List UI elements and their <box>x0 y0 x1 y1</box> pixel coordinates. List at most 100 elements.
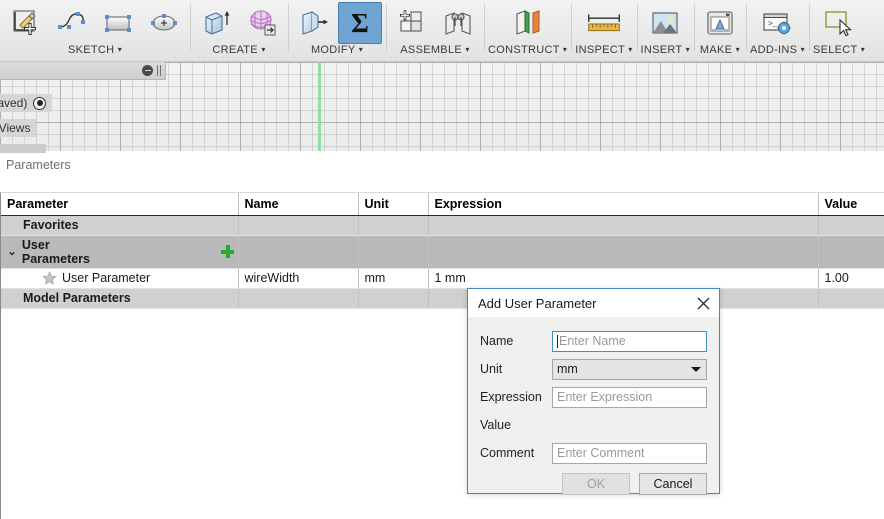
column-header-parameter[interactable]: Parameter <box>1 193 239 216</box>
table-row[interactable]: Model Parameters <box>1 288 884 309</box>
cell-expression <box>428 215 819 236</box>
chevron-down-icon: ▾ <box>358 45 364 54</box>
field-row-unit: Unit mm <box>480 355 707 383</box>
label-expression: Expression <box>480 390 542 404</box>
field-row-expression: Expression Enter Expression <box>480 383 707 411</box>
create-sketch-icon[interactable] <box>4 2 48 44</box>
cell-value <box>818 215 884 236</box>
add-parameter-icon[interactable] <box>220 245 234 258</box>
column-header-name[interactable]: Name <box>238 193 359 216</box>
group-cell-model-parameters[interactable]: Model Parameters <box>1 288 239 309</box>
origin-axis-line <box>318 62 321 151</box>
ribbon-label-text: MODIFY <box>310 44 356 56</box>
ribbon-group-label[interactable]: CREATE ▾ <box>212 44 265 60</box>
field-row-comment: Comment Enter Comment <box>480 439 707 467</box>
expression-input[interactable]: Enter Expression <box>552 386 707 408</box>
extrude-icon[interactable] <box>194 2 238 44</box>
column-header-value[interactable]: Value <box>818 193 884 216</box>
scripts-addins-icon[interactable]: >_ <box>755 2 799 44</box>
insert-image-icon[interactable] <box>643 2 687 44</box>
browser-item-document[interactable]: (Unsaved) <box>0 94 53 112</box>
table-row[interactable]: ⌄ User Parameters <box>1 235 884 269</box>
cell-value <box>818 288 884 309</box>
comment-input[interactable]: Enter Comment <box>552 442 707 464</box>
dialog-title: Add User Parameter <box>478 295 597 311</box>
cancel-button[interactable]: Cancel <box>639 473 707 495</box>
ribbon-group-insert: INSERT ▾ <box>636 0 694 61</box>
cell-parameter[interactable]: User Parameter <box>1 268 239 289</box>
ok-button[interactable]: OK <box>562 473 630 495</box>
column-header-unit[interactable]: Unit <box>358 193 429 216</box>
change-parameters-icon[interactable]: Σ <box>338 2 382 44</box>
joint-icon[interactable] <box>436 2 480 44</box>
cell-name <box>238 288 359 309</box>
ribbon-group-make: MAKE ▾ <box>693 0 746 61</box>
visibility-toggle-icon[interactable] <box>33 96 47 110</box>
svg-text:>_: >_ <box>768 20 778 29</box>
ribbon-group-label[interactable]: INSPECT ▾ <box>575 44 632 60</box>
rectangle-icon[interactable] <box>96 2 140 44</box>
ribbon-group-label[interactable]: CONSTRUCT ▾ <box>488 44 567 60</box>
cell-unit <box>358 288 429 309</box>
browser-toolbar[interactable] <box>0 62 166 80</box>
spline-icon[interactable] <box>50 2 94 44</box>
chevron-down-icon <box>691 366 701 372</box>
field-row-name: Name Enter Name <box>480 327 707 355</box>
select-icon[interactable] <box>817 2 861 44</box>
ribbon-label-text: SKETCH <box>67 44 115 56</box>
ribbon-group-label[interactable]: MAKE ▾ <box>700 44 740 60</box>
label-unit: Unit <box>480 362 503 376</box>
dialog-body: Name Enter Name Unit mm Expression Enter… <box>468 317 719 467</box>
close-icon[interactable] <box>693 293 713 313</box>
ribbon-group-label[interactable]: INSERT ▾ <box>641 44 690 60</box>
table-row[interactable]: Favorites <box>1 215 884 236</box>
cell-unit <box>358 235 429 269</box>
browser-item-stub[interactable] <box>0 144 46 153</box>
measure-icon[interactable] <box>582 2 626 44</box>
name-input[interactable]: Enter Name <box>552 330 707 352</box>
group-cell-user-parameters[interactable]: ⌄ User Parameters <box>1 235 239 269</box>
chevron-down-icon[interactable]: ⌄ <box>7 245 17 258</box>
ellipse-icon[interactable] <box>142 2 186 44</box>
table-row[interactable]: User Parameter wireWidth mm 1 mm 1.00 <box>1 268 884 289</box>
chevron-down-icon: ▾ <box>562 45 568 54</box>
browser-item-named-views[interactable]: med Views <box>0 119 37 137</box>
coil-icon[interactable] <box>240 2 284 44</box>
chevron-down-icon: ▾ <box>800 45 805 54</box>
ribbon-group-label[interactable]: MODIFY ▾ <box>311 44 363 60</box>
new-component-icon[interactable] <box>390 2 434 44</box>
table-header-row: Parameter Name Unit Expression Value <box>1 193 884 216</box>
column-header-expression[interactable]: Expression <box>428 193 819 216</box>
dialog-titlebar[interactable]: Add User Parameter <box>468 289 719 317</box>
unit-select-value: mm <box>557 362 578 376</box>
group-cell-favorites[interactable]: Favorites <box>1 215 239 236</box>
group-label-user-parameters: User Parameters <box>21 237 90 266</box>
cell-unit[interactable]: mm <box>358 268 429 289</box>
favorite-star-icon[interactable] <box>42 271 57 285</box>
ribbon-label-text: ADD-INS <box>749 44 798 56</box>
offset-plane-icon[interactable] <box>506 2 550 44</box>
label-value: Value <box>480 418 512 432</box>
chevron-down-icon: ▾ <box>685 45 690 54</box>
field-row-value: Value <box>480 411 707 439</box>
panel-grip-handle[interactable] <box>157 65 162 76</box>
cell-name[interactable]: wireWidth <box>238 268 359 289</box>
3d-print-icon[interactable] <box>698 2 742 44</box>
press-pull-icon[interactable] <box>292 2 336 44</box>
ribbon-group-label[interactable]: ADD-INS ▾ <box>750 44 805 60</box>
ribbon-group-label[interactable]: ASSEMBLE ▾ <box>400 44 469 60</box>
unit-select[interactable]: mm <box>552 358 707 380</box>
chevron-down-icon: ▾ <box>735 45 740 54</box>
chevron-down-icon: ▾ <box>860 45 866 54</box>
browser-panel: (Unsaved) med Views <box>0 62 166 153</box>
ribbon-group-assemble: ASSEMBLE ▾ <box>386 0 484 61</box>
ribbon-toolbar: SKETCH ▾ CREATE ▾ Σ MODIFY ▾ ASSEMBLE ▾ … <box>0 0 884 62</box>
ribbon-group-label[interactable]: SELECT ▾ <box>813 44 865 60</box>
ribbon-group-inspect: INSPECT ▾ <box>571 0 636 61</box>
cell-expression[interactable]: 1 mm <box>428 268 819 289</box>
ribbon-group-label[interactable]: SKETCH ▾ <box>68 44 122 60</box>
chevron-down-icon: ▾ <box>261 45 266 54</box>
ribbon-label-text: INSPECT <box>575 44 625 56</box>
collapse-icon[interactable] <box>142 65 153 76</box>
text-caret <box>557 334 558 348</box>
